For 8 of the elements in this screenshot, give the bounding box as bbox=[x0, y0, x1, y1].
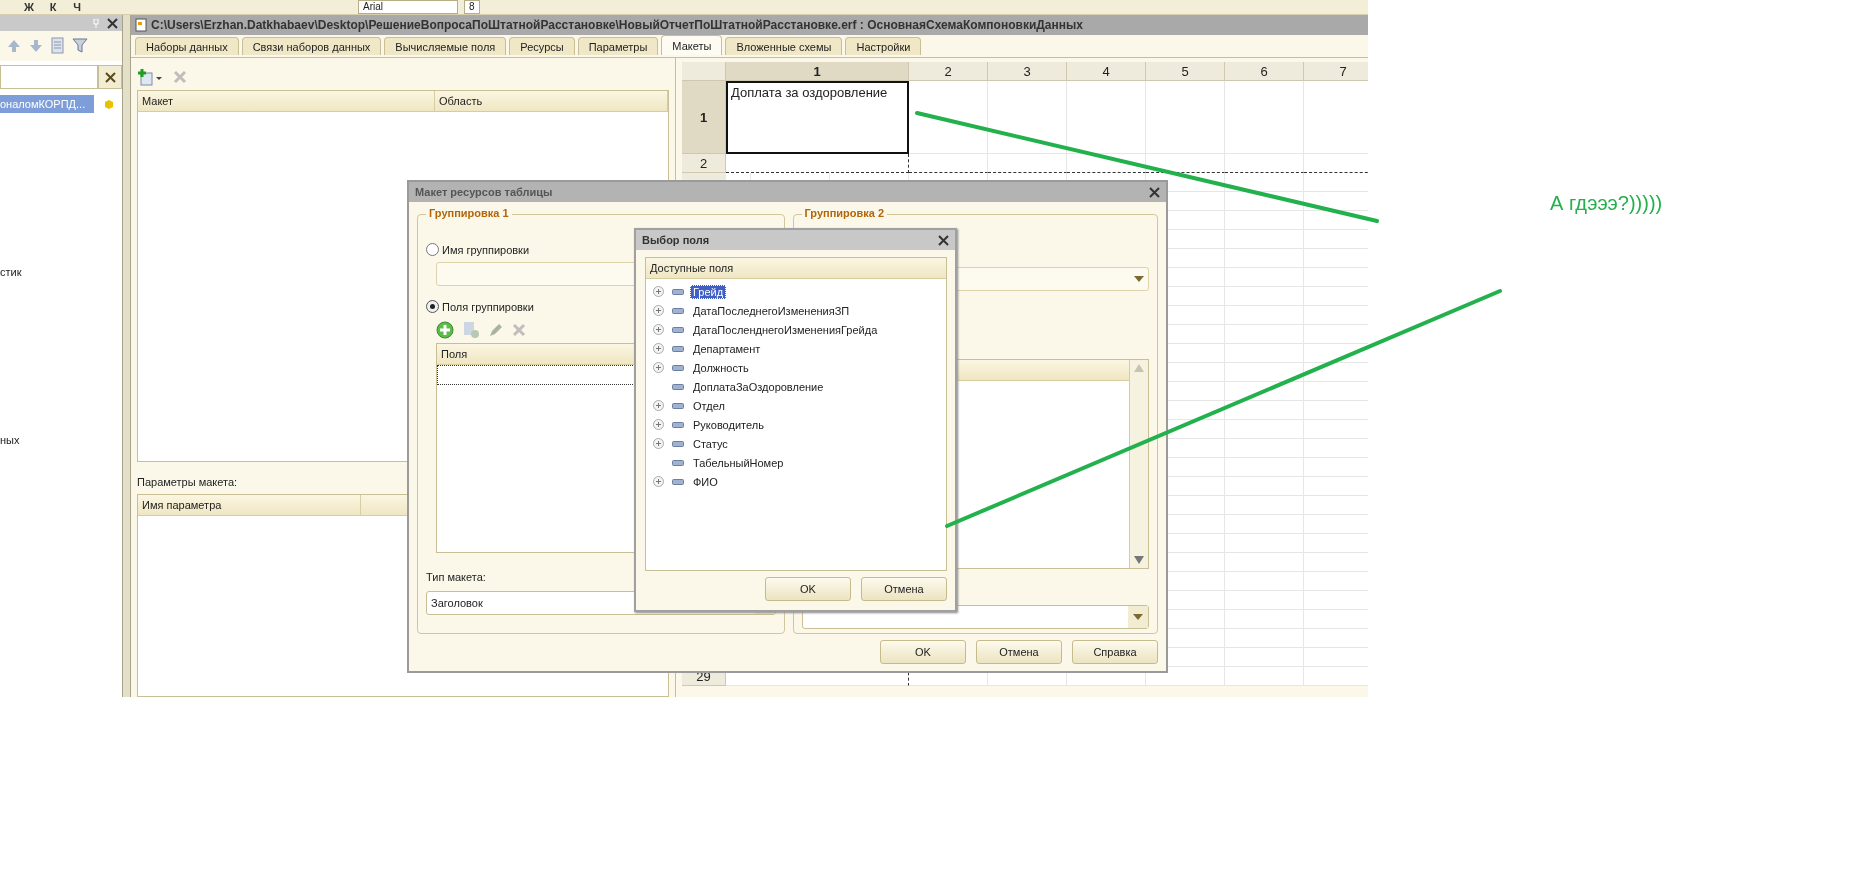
section-label: Параметры макета: bbox=[137, 476, 238, 488]
field-label: Тип макета: bbox=[426, 571, 487, 583]
group-title: Группировка 1 bbox=[426, 207, 512, 219]
dialog-title: Выбор поля bbox=[642, 234, 710, 246]
annotation-text: А гдэээ?))))) bbox=[1550, 192, 1663, 215]
window-title: C:\Users\Erzhan.Datkhabaev\Desktop\РешениеВопросаПоШтатнойРасстановке\НовыйОтчетПоШтатнойРасстановке.erf : ОсновнаяСхемаКомпоновкиДанных bbox=[151, 17, 1083, 34]
dialog-title: Макет ресурсов таблицы bbox=[415, 186, 553, 198]
group-title: Группировка 2 bbox=[801, 207, 888, 219]
